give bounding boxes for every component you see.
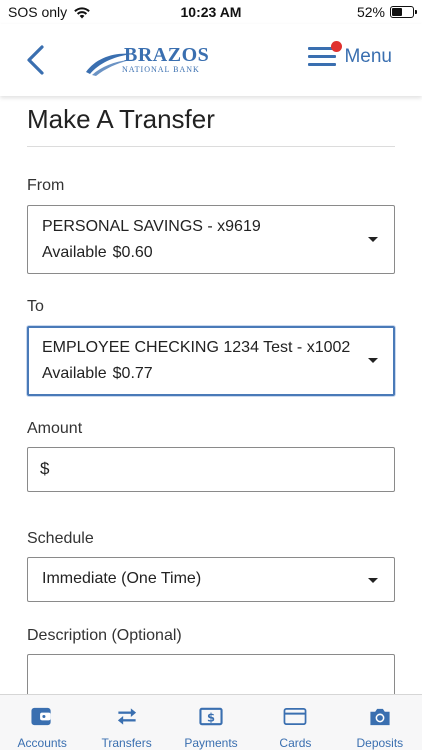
to-label: To: [27, 298, 44, 315]
logo-wordmark: BRAZOS: [124, 44, 210, 66]
dropdown-caret-icon: [368, 578, 378, 583]
transfer-arrows-icon: [117, 708, 136, 725]
camera-icon: [370, 708, 390, 726]
title-divider: [27, 146, 395, 147]
bank-logo: BRAZOS NATIONAL BANK: [84, 44, 214, 78]
to-available-amount: $0.77: [112, 365, 153, 382]
menu-label: Menu: [344, 46, 392, 67]
tab-bar: Accounts Transfers $ Payments Cards Depo…: [0, 694, 422, 750]
battery-level: [392, 8, 403, 16]
back-button[interactable]: [24, 44, 48, 76]
hamburger-icon: [308, 41, 343, 67]
from-available: Available $0.60: [42, 244, 153, 262]
from-label: From: [27, 177, 65, 194]
wallet-icon: [31, 707, 51, 726]
notification-dot: [331, 41, 343, 52]
description-input[interactable]: [27, 654, 395, 694]
page-title: Make A Transfer: [27, 104, 215, 134]
schedule-select[interactable]: Immediate (One Time): [27, 557, 395, 602]
status-bar: SOS only 10:23 AM 52%: [0, 0, 422, 24]
to-account-select[interactable]: EMPLOYEE CHECKING 1234 Test - x1002 Avai…: [27, 326, 395, 396]
status-right: 52%: [356, 4, 417, 20]
tab-label: Transfers: [101, 736, 152, 750]
dollar-bill-icon: $: [199, 707, 223, 726]
to-available: Available $0.77: [42, 365, 153, 383]
battery-icon: [390, 6, 417, 18]
tab-label: Deposits: [356, 736, 404, 750]
menu-button[interactable]: Menu: [308, 41, 392, 68]
dropdown-caret-icon: [368, 237, 378, 242]
tab-label: Payments: [184, 736, 238, 750]
dropdown-caret-icon: [368, 358, 378, 363]
currency-symbol: $: [40, 459, 50, 478]
to-available-label: Available: [42, 365, 107, 382]
svg-text:$: $: [207, 710, 215, 724]
from-account-name: PERSONAL SAVINGS - x9619: [42, 218, 261, 235]
transfer-form: Make A Transfer From PERSONAL SAVINGS - …: [0, 96, 422, 694]
tab-cards[interactable]: Cards: [253, 695, 337, 750]
tab-label: Accounts: [17, 736, 67, 750]
from-available-label: Available: [42, 244, 107, 261]
app-header: BRAZOS NATIONAL BANK Menu: [0, 24, 422, 96]
chevron-left-icon: [27, 45, 44, 75]
amount-input[interactable]: $: [27, 447, 395, 492]
to-account-name: EMPLOYEE CHECKING 1234 Test - x1002: [42, 339, 351, 356]
tab-payments[interactable]: $ Payments: [169, 695, 253, 750]
tab-label: Cards: [279, 736, 312, 750]
schedule-label: Schedule: [27, 530, 94, 547]
from-available-amount: $0.60: [112, 244, 153, 261]
logo-subtitle: NATIONAL BANK: [122, 65, 200, 74]
tab-accounts[interactable]: Accounts: [0, 695, 84, 750]
tab-transfers[interactable]: Transfers: [84, 695, 168, 750]
schedule-value: Immediate (One Time): [42, 570, 202, 587]
credit-card-icon: [284, 707, 307, 726]
amount-label: Amount: [27, 420, 83, 437]
tab-deposits[interactable]: Deposits: [338, 695, 422, 750]
from-account-select[interactable]: PERSONAL SAVINGS - x9619 Available $0.60: [27, 205, 395, 274]
battery-percent: 52%: [356, 4, 385, 20]
description-label: Description (Optional): [27, 627, 182, 644]
